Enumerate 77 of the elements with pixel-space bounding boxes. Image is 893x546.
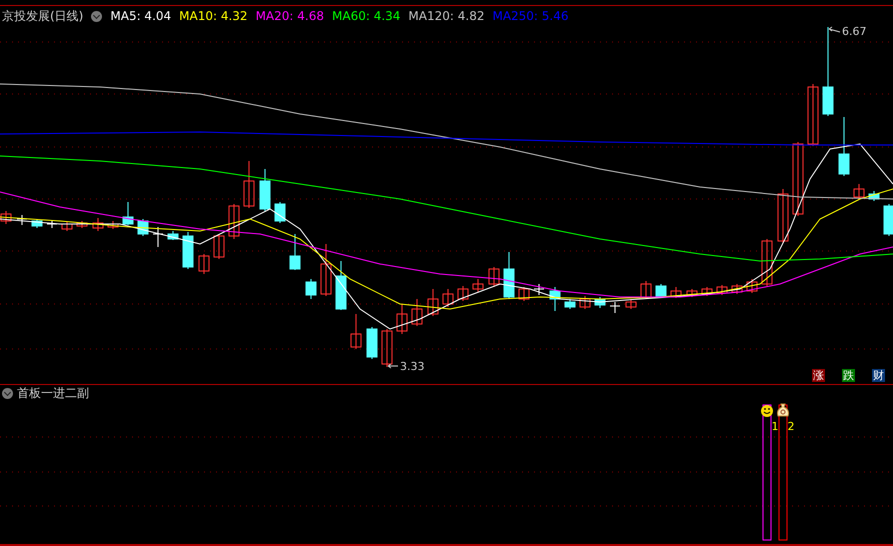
low-arrow-icon (388, 364, 398, 368)
candlestick (382, 328, 392, 368)
candlestick (396, 304, 408, 334)
high-price-label: 6.67 (842, 26, 866, 38)
candlestick (610, 302, 620, 314)
candlestick (244, 160, 254, 208)
chart-title: 京投发展(日线) (2, 8, 84, 24)
candlestick (746, 278, 758, 294)
ma-value-label: MA120: 4.82 (408, 9, 484, 23)
candlestick (412, 298, 422, 326)
info-badge[interactable]: 财 (872, 369, 885, 382)
candlestick (442, 288, 454, 308)
candlestick (656, 284, 666, 298)
candlestick (670, 286, 682, 298)
candlestick (260, 168, 270, 212)
smiley-icon (761, 405, 773, 417)
candlestick (228, 204, 240, 240)
candlestick (122, 202, 134, 226)
candlestick (626, 298, 636, 310)
candlestick (290, 234, 300, 270)
money-bag-icon (777, 404, 789, 416)
low-price-label: 3.33 (400, 360, 424, 373)
candlestick (214, 234, 224, 260)
candlestick (716, 284, 728, 296)
candlestick (62, 222, 72, 232)
signal-number: 1 (772, 420, 778, 433)
candlestick (732, 284, 742, 294)
candlestick (884, 204, 893, 236)
candlestick (76, 220, 88, 228)
candlestick (550, 286, 560, 312)
candlestick (92, 218, 104, 232)
candlestick (306, 278, 316, 300)
candlestick (182, 232, 194, 270)
candlestick (778, 188, 788, 244)
ma-value-label: MA20: 4.68 (256, 9, 324, 23)
candlestick (534, 284, 544, 296)
dropdown-toggle-icon[interactable] (2, 388, 13, 398)
candlestick (274, 202, 286, 224)
candlestick (868, 190, 880, 202)
candlestick (472, 278, 484, 292)
dropdown-toggle-icon[interactable] (91, 10, 102, 22)
candlestick (518, 286, 530, 302)
candlestick (808, 84, 818, 146)
candlestick (640, 280, 652, 300)
candlestick (580, 296, 590, 310)
candlestick (594, 296, 606, 308)
candlestick (0, 210, 12, 224)
candlestick (320, 244, 332, 296)
ma-value-label: MA10: 4.32 (179, 9, 248, 23)
candlestick (686, 288, 698, 298)
info-badge[interactable]: 跌 (842, 369, 855, 382)
candlestick (702, 286, 712, 296)
candlestick (564, 298, 576, 310)
candlestick (428, 288, 438, 316)
candlestick (198, 254, 210, 274)
candlestick (108, 220, 118, 230)
signal-number: 2 (788, 420, 794, 433)
ma-value-label: MA5: 4.04 (110, 9, 172, 23)
candlestick (838, 116, 850, 176)
candlestick (32, 218, 42, 228)
ma-value-label: MA250: 5.46 (492, 9, 569, 23)
candlestick (488, 266, 500, 288)
candlestick (350, 314, 362, 350)
info-badge[interactable]: 涨 (812, 369, 825, 382)
ma-value-label: MA60: 4.34 (332, 9, 400, 23)
candlestick (504, 252, 514, 300)
candlestick (336, 260, 346, 310)
candlestick (152, 226, 164, 248)
candlestick (762, 238, 772, 286)
candlestick (458, 286, 468, 302)
candlestick (16, 214, 28, 226)
candlestick (168, 230, 178, 240)
candlestick (366, 326, 378, 360)
candlestick (46, 220, 58, 228)
high-arrow-icon (828, 26, 840, 32)
candlestick (854, 184, 864, 200)
indicator-title: 首板一进二副 (17, 384, 89, 402)
